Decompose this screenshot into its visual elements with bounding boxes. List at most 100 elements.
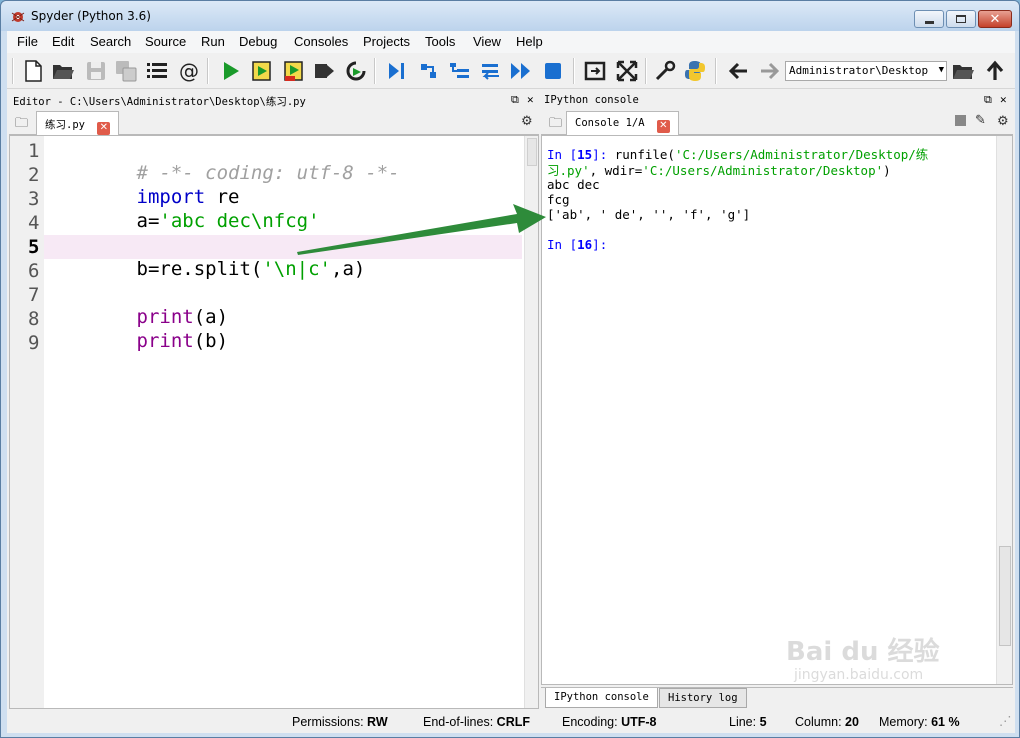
menu-source[interactable]: Source — [145, 34, 186, 49]
rerun-icon[interactable] — [344, 59, 368, 83]
code-line-8: print(b) — [45, 308, 229, 374]
watermark-url: jingyan.baidu.com — [794, 667, 924, 683]
outline-icon[interactable] — [145, 59, 169, 83]
title-bar[interactable]: Spyder (Python 3.6) ✕ — [1, 1, 1019, 31]
console-pane-title: IPython console — [544, 94, 639, 106]
toolbar-separator — [715, 58, 717, 84]
clear-console-icon[interactable]: ✎ — [975, 113, 986, 128]
code-builtin: print — [136, 330, 194, 352]
close-pane-icon[interactable]: ✕ — [1000, 93, 1007, 106]
step-into-icon[interactable] — [447, 59, 471, 83]
working-directory-value: Administrator\Desktop — [789, 64, 929, 77]
line-number: 4 — [28, 212, 40, 234]
browse-icon[interactable] — [951, 59, 975, 83]
status-encoding: Encoding: UTF-8 — [562, 715, 657, 729]
dropdown-arrow-icon: ▼ — [938, 65, 944, 75]
console-tab[interactable]: Console 1/A ✕ — [566, 111, 679, 135]
run-cell-icon[interactable] — [250, 59, 274, 83]
line-number: 2 — [28, 164, 40, 186]
spyder-window: Spyder (Python 3.6) ✕ File Edit Search S… — [0, 0, 1020, 738]
menu-tools[interactable]: Tools — [425, 34, 455, 49]
run-cell-advance-icon[interactable] — [282, 59, 306, 83]
code-text: ,a) — [331, 258, 366, 280]
status-value: 61 % — [931, 715, 960, 729]
menu-help[interactable]: Help — [516, 34, 543, 49]
menu-consoles[interactable]: Consoles — [294, 34, 348, 49]
main-client-area: File Edit Search Source Run Debug Consol… — [7, 31, 1015, 733]
undock-icon[interactable]: ⧉ — [984, 93, 992, 107]
maximize-pane-icon[interactable] — [583, 59, 607, 83]
close-tab-icon[interactable]: ✕ — [656, 120, 670, 133]
tab-ipython-console[interactable]: IPython console — [545, 688, 658, 708]
spyder-logo-icon — [11, 12, 25, 22]
close-icon: ✕ — [989, 11, 1001, 27]
tab-history-log[interactable]: History log — [659, 688, 747, 708]
new-file-icon[interactable] — [21, 59, 45, 83]
save-all-icon[interactable] — [114, 59, 138, 83]
browse-tabs-icon[interactable]: 🗀 — [549, 114, 562, 136]
menu-view[interactable]: View — [473, 34, 501, 49]
watermark-brand: Bai du 经验 — [786, 637, 940, 667]
preferences-icon[interactable] — [653, 59, 677, 83]
menu-edit[interactable]: Edit — [52, 34, 74, 49]
ipython-console[interactable]: In [15]: runfile('C:/Users/Administrator… — [541, 135, 1013, 685]
options-gear-icon[interactable]: ⚙ — [521, 114, 533, 129]
menu-run[interactable]: Run — [201, 34, 225, 49]
main-toolbar: @ Administrator\Desktop ▼ — [7, 53, 1015, 89]
forward-icon[interactable] — [757, 59, 781, 83]
status-memory: Memory: 61 % — [879, 715, 960, 729]
stop-debug-icon[interactable] — [541, 59, 565, 83]
status-label: Encoding: — [562, 715, 618, 729]
undock-icon[interactable]: ⧉ — [511, 93, 519, 107]
console-output-line: ['ab', ' de', '', 'f', 'g'] — [547, 207, 751, 222]
line-number: 7 — [28, 284, 40, 306]
continue-icon[interactable] — [509, 59, 533, 83]
console-output-line: abc dec — [547, 177, 600, 192]
menu-bar: File Edit Search Source Run Debug Consol… — [7, 31, 1015, 53]
console-scrollbar-thumb[interactable] — [999, 546, 1011, 646]
code-string: 'abc dec\nfcg' — [159, 210, 320, 232]
email-icon[interactable]: @ — [177, 59, 201, 83]
step-icon[interactable] — [417, 59, 441, 83]
close-pane-icon[interactable]: ✕ — [527, 93, 534, 106]
maximize-button[interactable] — [946, 10, 976, 28]
run-icon[interactable] — [219, 59, 243, 83]
working-directory-combo[interactable]: Administrator\Desktop ▼ — [785, 61, 947, 81]
open-file-icon[interactable] — [51, 59, 75, 83]
status-value: 20 — [845, 715, 859, 729]
browse-tabs-icon[interactable]: 🗀 — [15, 114, 28, 136]
status-end-of-lines: End-of-lines: CRLF — [423, 715, 530, 729]
stop-kernel-icon[interactable] — [955, 115, 966, 126]
fullscreen-icon[interactable] — [615, 59, 639, 83]
code-editor[interactable]: 1 2 3 4 5 6 7 8 9 # -*- coding: utf-8 -*… — [9, 135, 539, 709]
console-output-line: fcg — [547, 192, 570, 207]
close-tab-icon[interactable]: ✕ — [97, 122, 111, 135]
options-gear-icon[interactable]: ⚙ — [997, 114, 1009, 129]
python-path-icon[interactable] — [683, 59, 707, 83]
status-value: UTF-8 — [621, 715, 657, 729]
console-input-line: In [16]: — [547, 237, 607, 252]
step-return-icon[interactable] — [479, 59, 503, 83]
toolbar-separator — [12, 58, 14, 84]
menu-file[interactable]: File — [17, 34, 38, 49]
console-scrollbar[interactable] — [996, 136, 1012, 684]
save-icon[interactable] — [84, 59, 108, 83]
editor-scrollbar-thumb[interactable] — [527, 138, 537, 166]
menu-debug[interactable]: Debug — [239, 34, 277, 49]
editor-file-tab[interactable]: 练习.py ✕ — [36, 111, 120, 135]
status-label: Permissions: — [292, 715, 364, 729]
back-icon[interactable] — [727, 59, 751, 83]
minimize-button[interactable] — [914, 10, 944, 28]
editor-tab-bar: 🗀 练习.py ✕ ⚙ — [9, 109, 539, 135]
console-string: 习.py' — [547, 163, 590, 178]
debug-icon[interactable] — [385, 59, 409, 83]
console-pane-header: IPython console ⧉ ✕ — [542, 91, 1010, 109]
toolbar-separator — [207, 58, 209, 84]
menu-projects[interactable]: Projects — [363, 34, 410, 49]
resize-grip-icon[interactable]: ⋰ — [999, 713, 1012, 728]
parent-dir-icon[interactable] — [983, 59, 1007, 83]
close-button[interactable]: ✕ — [978, 10, 1012, 28]
run-selection-icon[interactable] — [312, 59, 336, 83]
editor-scrollbar[interactable] — [524, 136, 538, 708]
menu-search[interactable]: Search — [90, 34, 131, 49]
